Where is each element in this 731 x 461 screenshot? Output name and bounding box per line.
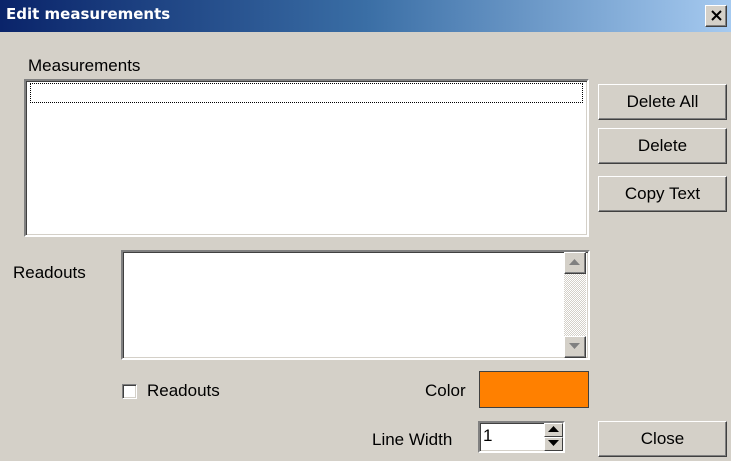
spin-up-icon[interactable] <box>544 423 563 437</box>
delete-all-button[interactable]: Delete All <box>598 84 727 120</box>
color-label: Color <box>425 381 466 400</box>
measurements-label: Measurements <box>28 56 141 75</box>
color-swatch[interactable] <box>479 371 589 408</box>
window-title: Edit measurements <box>6 5 171 23</box>
readouts-checkbox[interactable] <box>122 384 137 399</box>
copy-text-button[interactable]: Copy Text <box>598 176 727 212</box>
readouts-label: Readouts <box>13 263 86 282</box>
readouts-textbox[interactable] <box>121 250 590 360</box>
readouts-checkbox-label[interactable]: Readouts <box>147 381 220 401</box>
delete-button[interactable]: Delete <box>598 128 727 164</box>
line-width-input[interactable]: 1 <box>480 425 540 449</box>
line-width-stepper[interactable]: 1 <box>478 421 565 453</box>
list-item[interactable] <box>30 83 583 103</box>
close-button[interactable]: Close <box>598 421 727 457</box>
scroll-down-icon[interactable] <box>564 336 586 358</box>
close-icon[interactable] <box>705 5 727 27</box>
spin-down-icon[interactable] <box>544 437 563 451</box>
readouts-scrollbar[interactable] <box>564 252 586 358</box>
scroll-up-icon[interactable] <box>564 252 586 274</box>
measurements-list[interactable] <box>24 79 589 237</box>
line-width-label: Line Width <box>372 430 453 449</box>
title-bar[interactable]: Edit measurements <box>0 0 731 32</box>
